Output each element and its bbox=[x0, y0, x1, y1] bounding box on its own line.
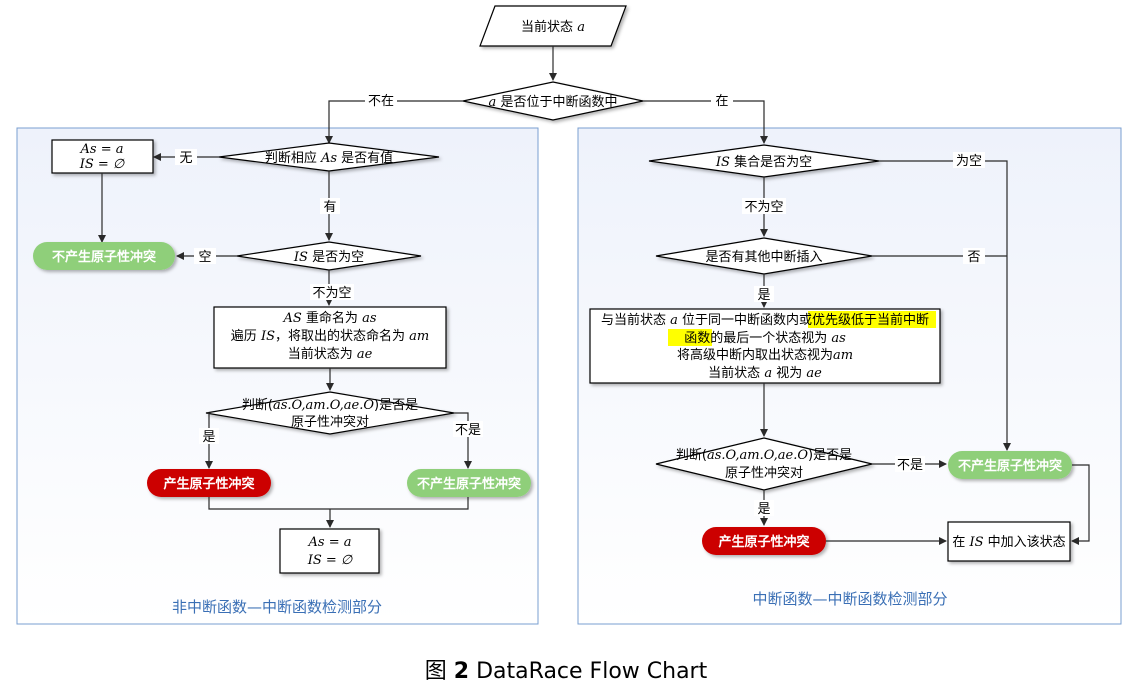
left-end-line1: As = a bbox=[308, 535, 352, 550]
top-decision-label: a 是否位于中断函数中 bbox=[489, 95, 618, 110]
left-d3-no-label: 不是 bbox=[455, 423, 481, 438]
left-section-panel bbox=[16, 127, 539, 625]
right-d2-yes-label: 是 bbox=[757, 288, 770, 303]
right-d3-yes-label: 是 bbox=[757, 502, 770, 517]
right-no-conflict-label: 不产生原子性冲突 bbox=[958, 458, 1062, 474]
left-proc-line1: AS 重命名为 as bbox=[282, 310, 376, 326]
left-d3-line2: 原子性冲突对 bbox=[291, 414, 369, 430]
figure-caption: 图 2 DataRace Flow Chart bbox=[425, 659, 708, 684]
left-d3-line1: 判断(as.O,am.O,ae.O)是否是 bbox=[242, 398, 418, 413]
left-end-line2: IS = ∅ bbox=[307, 553, 353, 568]
left-d2-notempty-label: 不为空 bbox=[312, 286, 351, 301]
left-no-conflict-2-label: 不产生原子性冲突 bbox=[417, 476, 521, 492]
left-no-conflict-1-label: 不产生原子性冲突 bbox=[52, 249, 156, 265]
right-d3-line2: 原子性冲突对 bbox=[725, 465, 803, 481]
right-proc-line4: 当前状态 a 视为 ae bbox=[708, 365, 822, 381]
right-proc-line2: 函数的最后一个状态视为 as bbox=[684, 330, 846, 346]
right-section-title: 中断函数—中断函数检测部分 bbox=[752, 590, 947, 608]
left-init-line2: IS = ∅ bbox=[79, 157, 125, 172]
left-d1-none-label: 无 bbox=[179, 151, 192, 166]
right-d1-empty-label: 为空 bbox=[956, 154, 982, 169]
right-d3-no-label: 不是 bbox=[897, 458, 923, 473]
right-d1-label: IS 集合是否为空 bbox=[715, 154, 812, 170]
right-d2-no-label: 否 bbox=[967, 250, 980, 265]
right-conflict-label: 产生原子性冲突 bbox=[718, 534, 809, 550]
right-add-state-label: 在 IS 中加入该状态 bbox=[952, 535, 1065, 550]
left-d1-label: 判断相应 As 是否有值 bbox=[265, 150, 393, 166]
flowchart: 当前状态 a a 是否位于中断函数中 不在 在 判断相应 As 是否有值 无 A… bbox=[16, 5, 1122, 684]
left-d2-label: IS 是否为空 bbox=[293, 250, 364, 265]
left-d3-yes-label: 是 bbox=[202, 430, 215, 445]
left-proc-line3: 当前状态为 ae bbox=[288, 346, 373, 362]
left-d1-has-label: 有 bbox=[323, 200, 336, 215]
left-section-title: 非中断函数—中断函数检测部分 bbox=[172, 598, 382, 616]
right-d2-label: 是否有其他中断插入 bbox=[705, 250, 822, 265]
left-proc-line2: 遍历 IS，将取出的状态命名为 am bbox=[231, 328, 429, 344]
start-state-label: 当前状态 a bbox=[521, 19, 585, 35]
right-proc-line1: 与当前状态 a 位于同一中断函数内或优先级低于当前中断 bbox=[601, 312, 929, 328]
right-d1-notempty-label: 不为空 bbox=[744, 200, 783, 215]
branch-in-label: 在 bbox=[715, 94, 728, 109]
left-d2-empty-label: 空 bbox=[198, 250, 211, 265]
right-d3-line1: 判断(as.O,am.O,ae.O)是否是 bbox=[676, 448, 852, 463]
branch-not-in-label: 不在 bbox=[368, 94, 394, 109]
right-proc-line3: 将高级中断内取出状态视为am bbox=[677, 347, 853, 363]
left-conflict-label: 产生原子性冲突 bbox=[163, 476, 254, 492]
left-init-line1: As = a bbox=[80, 142, 124, 157]
